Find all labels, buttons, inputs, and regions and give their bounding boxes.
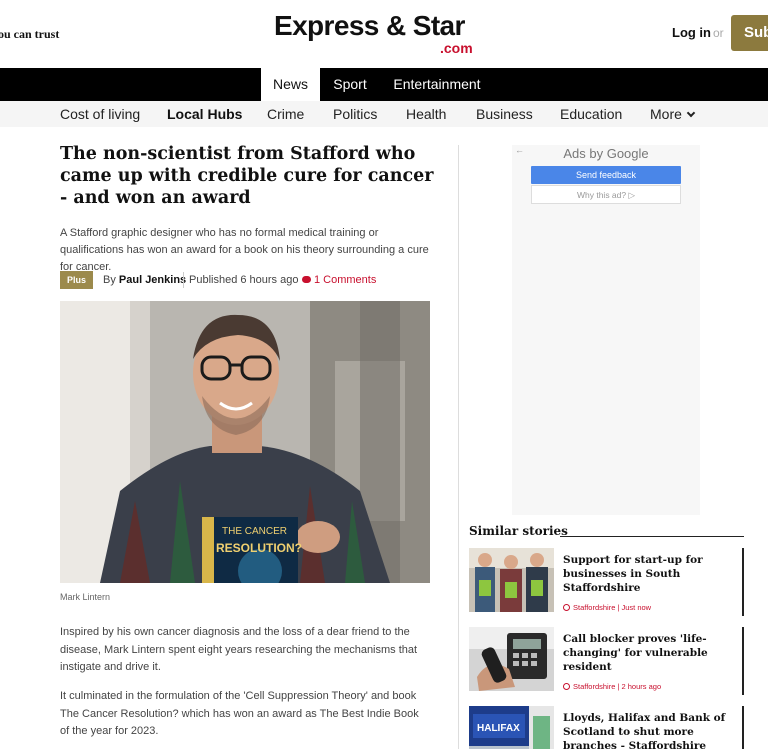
subnav-more[interactable]: More bbox=[650, 106, 696, 122]
login-link[interactable]: Log in bbox=[672, 25, 711, 40]
clock-icon bbox=[563, 683, 570, 690]
logo-text: Express & Star bbox=[274, 10, 465, 41]
article-paragraph-2: It culminated in the formulation of the … bbox=[60, 690, 419, 737]
story-rule bbox=[742, 627, 744, 695]
similar-stories-heading: Similar stories bbox=[469, 524, 568, 538]
comments-count: 1 Comments bbox=[314, 274, 377, 286]
or-separator: or bbox=[713, 26, 724, 40]
similar-story[interactable]: Call blocker proves 'life-changing' for … bbox=[469, 627, 744, 695]
article-headline: The non-scientist from Stafford who came… bbox=[60, 144, 434, 208]
logo-domain: .com bbox=[440, 40, 473, 56]
byline-divider bbox=[183, 272, 184, 288]
site-logo[interactable]: Express & Star .com bbox=[274, 10, 484, 56]
subnav-local-hubs[interactable]: Local Hubs bbox=[167, 106, 242, 122]
book-title-line2: RESOLUTION? bbox=[216, 541, 302, 555]
why-this-ad-button[interactable]: Why this ad? ▷ bbox=[531, 185, 681, 204]
story-rule bbox=[742, 706, 744, 749]
book-title-line1: THE CANCER bbox=[222, 526, 287, 537]
article-paragraph-1: Inspired by his own cancer diagnosis and… bbox=[60, 626, 418, 673]
nav-news[interactable]: News bbox=[261, 68, 320, 101]
subnav-politics[interactable]: Politics bbox=[333, 106, 377, 122]
author-link[interactable]: Paul Jenkins bbox=[119, 274, 186, 286]
subnav-health[interactable]: Health bbox=[406, 106, 446, 122]
article-standfirst: A Stafford graphic designer who has no f… bbox=[60, 227, 429, 273]
ads-by-google-label: Ads by Google bbox=[563, 146, 649, 161]
subnav-business[interactable]: Business bbox=[476, 106, 533, 122]
plus-badge: Plus bbox=[60, 271, 93, 289]
story-title: Support for start-up for businesses in S… bbox=[563, 554, 703, 594]
nav-sport[interactable]: Sport bbox=[325, 68, 375, 101]
author-line: By Paul Jenkins bbox=[103, 274, 186, 286]
story-meta: Staffordshire | 2 hours ago bbox=[563, 682, 661, 691]
subscribe-button[interactable]: Sub bbox=[731, 15, 768, 51]
story-title: Call blocker proves 'life-changing' for … bbox=[563, 633, 708, 673]
column-divider bbox=[458, 145, 459, 749]
story-meta-text: Staffordshire | 2 hours ago bbox=[573, 682, 662, 691]
nav-entertainment[interactable]: Entertainment bbox=[386, 68, 488, 101]
subnav-cost-of-living[interactable]: Cost of living bbox=[60, 106, 140, 122]
story-meta-text: Staffordshire | Just now bbox=[573, 603, 652, 612]
primary-nav: News Sport Entertainment bbox=[0, 68, 768, 101]
site-header: ou can trust Express & Star .com Log in … bbox=[0, 0, 768, 68]
halifax-logo-text: HALIFAX bbox=[477, 723, 520, 734]
hero-photo-illustration: THE CANCER RESOLUTION? bbox=[60, 301, 430, 583]
clock-icon bbox=[563, 604, 570, 611]
story-meta: Staffordshire | Just now bbox=[563, 603, 651, 612]
tagline: ou can trust bbox=[0, 27, 60, 41]
story-thumbnail bbox=[469, 627, 554, 691]
image-caption: Mark Lintern bbox=[60, 592, 111, 602]
published-time: Published 6 hours ago bbox=[189, 274, 299, 286]
story-title: Lloyds, Halifax and Bank of Scotland to … bbox=[563, 712, 726, 749]
chevron-down-icon bbox=[686, 108, 696, 118]
subnav-education[interactable]: Education bbox=[560, 106, 622, 122]
similar-story[interactable]: Support for start-up for businesses in S… bbox=[469, 548, 744, 616]
secondary-nav: Cost of living Local Hubs Crime Politics… bbox=[0, 101, 768, 127]
send-feedback-button[interactable]: Send feedback bbox=[531, 166, 681, 184]
similar-story[interactable]: HALIFAX Lloyds, Halifax and Bank of Scot… bbox=[469, 706, 744, 749]
story-thumbnail bbox=[469, 548, 554, 612]
hero-image: THE CANCER RESOLUTION? bbox=[60, 301, 430, 583]
byline: Plus By Paul Jenkins Published 6 hours a… bbox=[60, 271, 440, 289]
similar-stories-rule bbox=[560, 536, 744, 537]
story-rule bbox=[742, 548, 744, 616]
comment-icon bbox=[302, 276, 311, 283]
by-label: By bbox=[103, 274, 116, 286]
story-thumbnail: HALIFAX bbox=[469, 706, 554, 749]
subnav-crime[interactable]: Crime bbox=[267, 106, 304, 122]
comments-link[interactable]: 1 Comments bbox=[302, 274, 376, 286]
subnav-more-label: More bbox=[650, 106, 682, 122]
ad-container: ← Ads by Google Send feedback Why this a… bbox=[512, 145, 700, 515]
